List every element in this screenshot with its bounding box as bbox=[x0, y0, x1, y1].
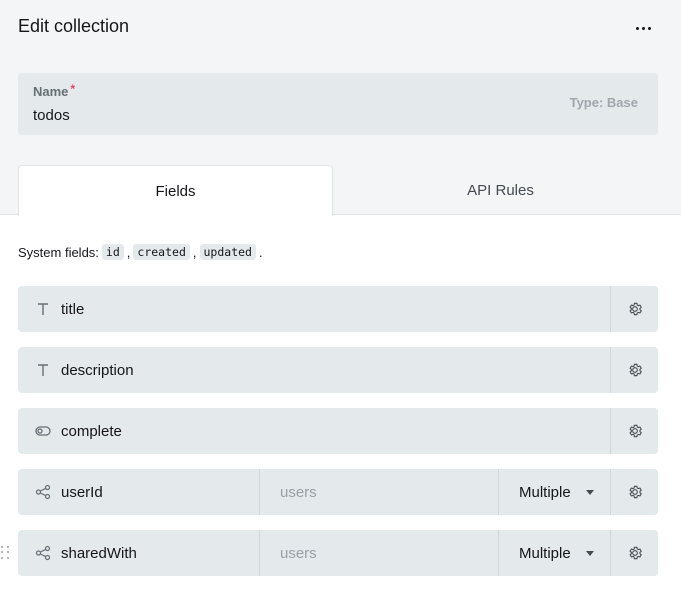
field-settings-button[interactable] bbox=[611, 347, 658, 393]
relation-mode-value: Multiple bbox=[519, 544, 571, 562]
gear-icon bbox=[629, 363, 642, 377]
gear-icon bbox=[629, 546, 642, 560]
system-field-updated: updated bbox=[199, 244, 256, 260]
more-options-button[interactable] bbox=[627, 16, 659, 40]
system-field-id: id bbox=[101, 244, 124, 260]
relation-mode-value: Multiple bbox=[519, 483, 571, 501]
page-title: Edit collection bbox=[18, 16, 130, 36]
field-settings-button[interactable] bbox=[611, 286, 658, 332]
field-name-input[interactable] bbox=[61, 422, 221, 440]
required-mark: * bbox=[70, 82, 76, 96]
collection-name-field[interactable]: Name* Type: Base bbox=[18, 73, 658, 135]
text-icon bbox=[35, 362, 51, 378]
field-row-userid[interactable]: users Multiple bbox=[18, 469, 658, 515]
field-row-sharedwith[interactable]: users Multiple bbox=[18, 530, 658, 576]
field-name-input[interactable] bbox=[61, 483, 221, 501]
tab-fields-label: Fields bbox=[155, 182, 196, 200]
gear-icon bbox=[629, 485, 642, 499]
gear-icon bbox=[629, 424, 642, 438]
field-settings-button[interactable] bbox=[611, 530, 658, 576]
chevron-down-icon bbox=[586, 550, 594, 556]
tab-fields[interactable]: Fields bbox=[18, 165, 333, 216]
relation-mode-select[interactable]: Multiple bbox=[499, 530, 610, 576]
field-main bbox=[18, 530, 259, 576]
separator: , bbox=[192, 244, 197, 260]
text-icon bbox=[35, 301, 51, 317]
header-area: Edit collection Name* Type: Base Fields … bbox=[0, 0, 681, 216]
related-collection-select[interactable]: users bbox=[260, 530, 498, 576]
field-name-input[interactable] bbox=[61, 300, 221, 318]
field-settings-button[interactable] bbox=[611, 469, 658, 515]
collection-type-label: Type: Base bbox=[569, 95, 638, 110]
relation-mode-select[interactable]: Multiple bbox=[499, 469, 610, 515]
field-row-description[interactable] bbox=[18, 347, 658, 393]
field-main bbox=[18, 347, 610, 393]
separator: , bbox=[126, 244, 131, 260]
chevron-down-icon bbox=[586, 489, 594, 495]
field-row-complete[interactable] bbox=[18, 408, 658, 454]
collection-name-input[interactable] bbox=[33, 107, 533, 124]
toggle-icon bbox=[35, 423, 51, 439]
suffix: . bbox=[258, 244, 263, 260]
field-main bbox=[18, 408, 610, 454]
drag-handle-icon[interactable] bbox=[1, 546, 11, 560]
field-name-input[interactable] bbox=[61, 361, 221, 379]
related-collection-select[interactable]: users bbox=[260, 469, 498, 515]
gear-icon bbox=[629, 302, 642, 316]
relation-icon bbox=[35, 484, 51, 500]
system-fields-prefix: System fields: bbox=[18, 244, 99, 260]
relation-icon bbox=[35, 545, 51, 561]
field-row-title[interactable] bbox=[18, 286, 658, 332]
field-main bbox=[18, 286, 610, 332]
more-icon bbox=[635, 26, 651, 30]
system-fields-note: System fields: id , created , updated . bbox=[18, 244, 263, 260]
tab-api-rules-label: API Rules bbox=[467, 181, 534, 199]
tab-api-rules[interactable]: API Rules bbox=[333, 165, 668, 215]
field-main bbox=[18, 469, 259, 515]
name-label: Name * bbox=[33, 82, 76, 99]
name-label-text: Name bbox=[33, 84, 69, 99]
system-field-created: created bbox=[133, 244, 190, 260]
field-settings-button[interactable] bbox=[611, 408, 658, 454]
field-name-input[interactable] bbox=[61, 544, 221, 562]
